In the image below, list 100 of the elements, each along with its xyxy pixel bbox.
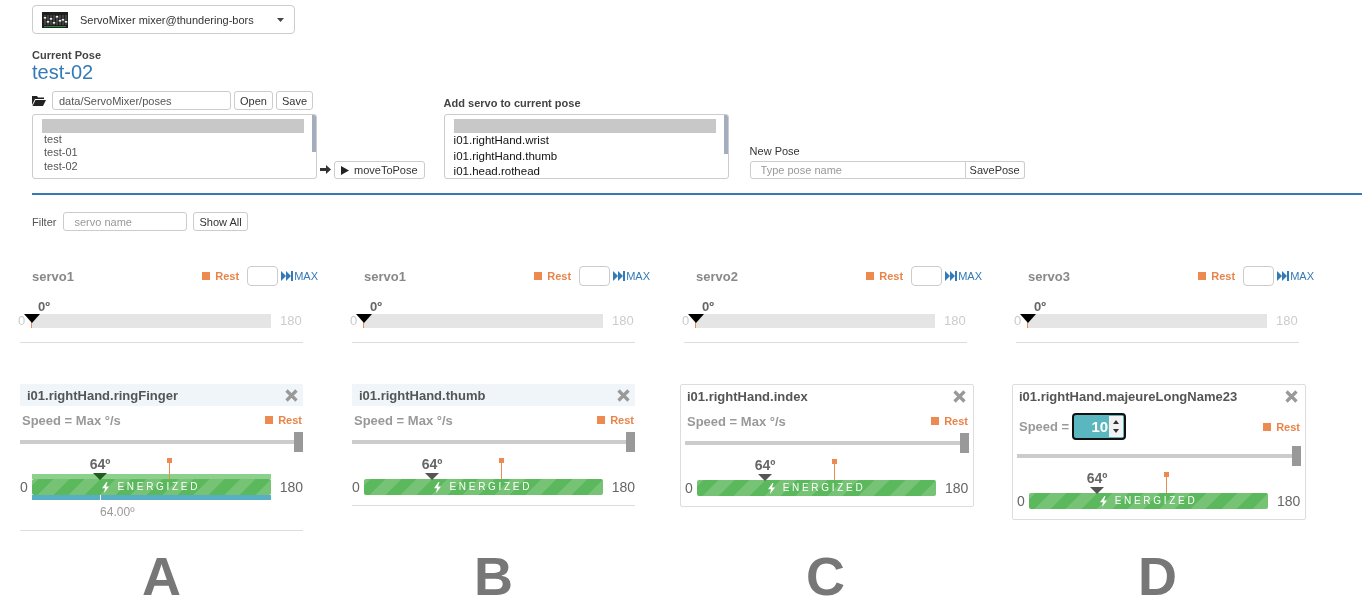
lightning-icon xyxy=(434,481,442,493)
scrollbar-thumb[interactable] xyxy=(723,115,728,154)
angle-reading: 64º xyxy=(421,457,443,471)
status-label: ENERGIZED xyxy=(449,480,533,494)
angle-reading: 0º xyxy=(38,300,50,313)
add-servo-title: Add servo to current pose xyxy=(443,97,581,110)
scale-min-label: 0 xyxy=(1017,493,1026,509)
speed-label: Speed = Max °/s xyxy=(354,412,453,428)
servo-list[interactable]: i01.rightHand.wrist i01.rightHand.thumb i01.head.rothead xyxy=(443,114,729,179)
position-thumb[interactable] xyxy=(1020,314,1036,323)
feedback-reading: 64.00º xyxy=(100,506,135,519)
close-icon[interactable] xyxy=(617,388,630,402)
skip-forward-icon xyxy=(1277,271,1290,281)
square-icon xyxy=(597,416,606,424)
servo-title: i01.rightHand.thumb xyxy=(359,387,486,403)
scale-max-label: 180 xyxy=(1277,493,1301,509)
position-track[interactable] xyxy=(363,314,603,328)
skip-forward-icon xyxy=(945,271,958,281)
pose-name-field[interactable]: Type pose name xyxy=(749,161,966,179)
angle-reading: 0º xyxy=(370,300,382,313)
save-button[interactable]: Save xyxy=(275,91,313,110)
lightning-icon xyxy=(102,481,110,493)
slider-handle[interactable] xyxy=(626,432,635,452)
speed-label: Speed = Max °/s xyxy=(22,412,121,428)
pose-list[interactable]: test test-01 test-02 xyxy=(32,114,317,179)
square-icon xyxy=(1263,422,1272,431)
position-thumb[interactable] xyxy=(356,314,372,323)
spin-arrows-icon[interactable] xyxy=(1109,416,1124,437)
scale-max-label: 180 xyxy=(279,479,303,495)
angle-reading: 0º xyxy=(1034,300,1046,313)
open-button[interactable]: Open xyxy=(234,91,273,110)
folder-icon[interactable] xyxy=(32,95,46,106)
position-thumb[interactable] xyxy=(688,314,704,323)
servo-title: i01.rightHand.majeureLongName23 xyxy=(1019,388,1238,404)
value-field[interactable] xyxy=(911,266,943,286)
save-pose-button[interactable]: SavePose xyxy=(965,161,1025,179)
square-icon xyxy=(534,272,543,280)
angle-reading: 64º xyxy=(1086,471,1108,485)
play-icon xyxy=(341,165,349,175)
caption-letter: B xyxy=(474,546,513,605)
move-to-pose-button[interactable]: moveToPose xyxy=(334,161,425,179)
max-button[interactable]: MAX xyxy=(281,270,318,282)
mixer-thumbnail-icon xyxy=(42,11,68,28)
close-icon[interactable] xyxy=(1285,389,1298,403)
servo-name: servo1 xyxy=(31,268,74,284)
pose-list-item[interactable]: test xyxy=(42,132,304,146)
caret-icon xyxy=(277,17,284,22)
max-button[interactable]: MAX xyxy=(945,270,982,282)
pose-list-item[interactable]: test-02 xyxy=(42,159,304,173)
app-selector-dropdown[interactable]: ServoMixer mixer@thundering-bors xyxy=(32,5,295,34)
servo-list-item[interactable]: i01.rightHand.thumb xyxy=(453,148,716,164)
scale-max-label: 180 xyxy=(611,479,635,495)
servo-name: servo1 xyxy=(363,268,406,284)
scale-min-label: 0 xyxy=(352,479,361,495)
servo-title: i01.rightHand.ringFinger xyxy=(27,387,178,403)
angle-reading: 0º xyxy=(702,300,714,313)
square-icon xyxy=(1198,272,1207,280)
status-label: ENERGIZED xyxy=(117,480,201,494)
lightning-icon xyxy=(767,482,775,494)
scale-min-label: 0 xyxy=(20,479,29,495)
servo-name: servo3 xyxy=(1027,268,1070,284)
servo-list-item[interactable]: i01.head.rothead xyxy=(453,164,716,178)
close-icon[interactable] xyxy=(953,389,966,403)
max-button[interactable]: MAX xyxy=(1277,270,1314,282)
folder-path-field[interactable]: data/ServoMixer/poses xyxy=(52,91,231,110)
position-thumb[interactable] xyxy=(24,314,40,323)
lightning-icon xyxy=(1099,495,1107,507)
caption-letter: D xyxy=(1138,546,1177,605)
angle-reading: 64º xyxy=(754,458,776,472)
skip-forward-icon xyxy=(613,271,626,281)
close-icon[interactable] xyxy=(285,388,298,402)
slider-handle[interactable] xyxy=(960,433,969,453)
value-field[interactable] xyxy=(1243,266,1275,286)
current-pose-name: test-02 xyxy=(32,61,94,83)
caption-letter: A xyxy=(142,546,181,605)
scale-min-label: 0 xyxy=(685,480,694,496)
new-pose-label: New Pose xyxy=(749,145,800,158)
servo-list-item[interactable]: i01.rightHand.wrist xyxy=(453,133,716,149)
status-label: ENERGIZED xyxy=(782,481,866,495)
speed-label: Speed = xyxy=(1019,419,1070,434)
pose-list-item[interactable]: test-01 xyxy=(42,146,304,160)
angle-reading: 64º xyxy=(89,457,111,471)
filter-field[interactable]: servo name xyxy=(63,212,188,231)
value-field[interactable] xyxy=(247,266,279,286)
servo-name: servo2 xyxy=(695,268,738,284)
square-icon xyxy=(202,272,211,280)
slider-handle[interactable] xyxy=(294,432,303,452)
arrow-right-icon xyxy=(320,165,331,174)
scrollbar-thumb[interactable] xyxy=(312,115,316,152)
current-pose-label: Current Pose xyxy=(32,49,102,61)
filter-label: Filter xyxy=(32,215,57,228)
show-all-button[interactable]: Show All xyxy=(193,212,248,231)
position-track[interactable] xyxy=(695,314,935,328)
max-button[interactable]: MAX xyxy=(613,270,650,282)
position-track[interactable] xyxy=(1027,314,1267,328)
status-label: ENERGIZED xyxy=(1114,494,1198,508)
position-track[interactable] xyxy=(31,314,271,328)
value-field[interactable] xyxy=(579,266,611,286)
slider-handle[interactable] xyxy=(1292,446,1301,466)
square-icon xyxy=(265,416,274,424)
